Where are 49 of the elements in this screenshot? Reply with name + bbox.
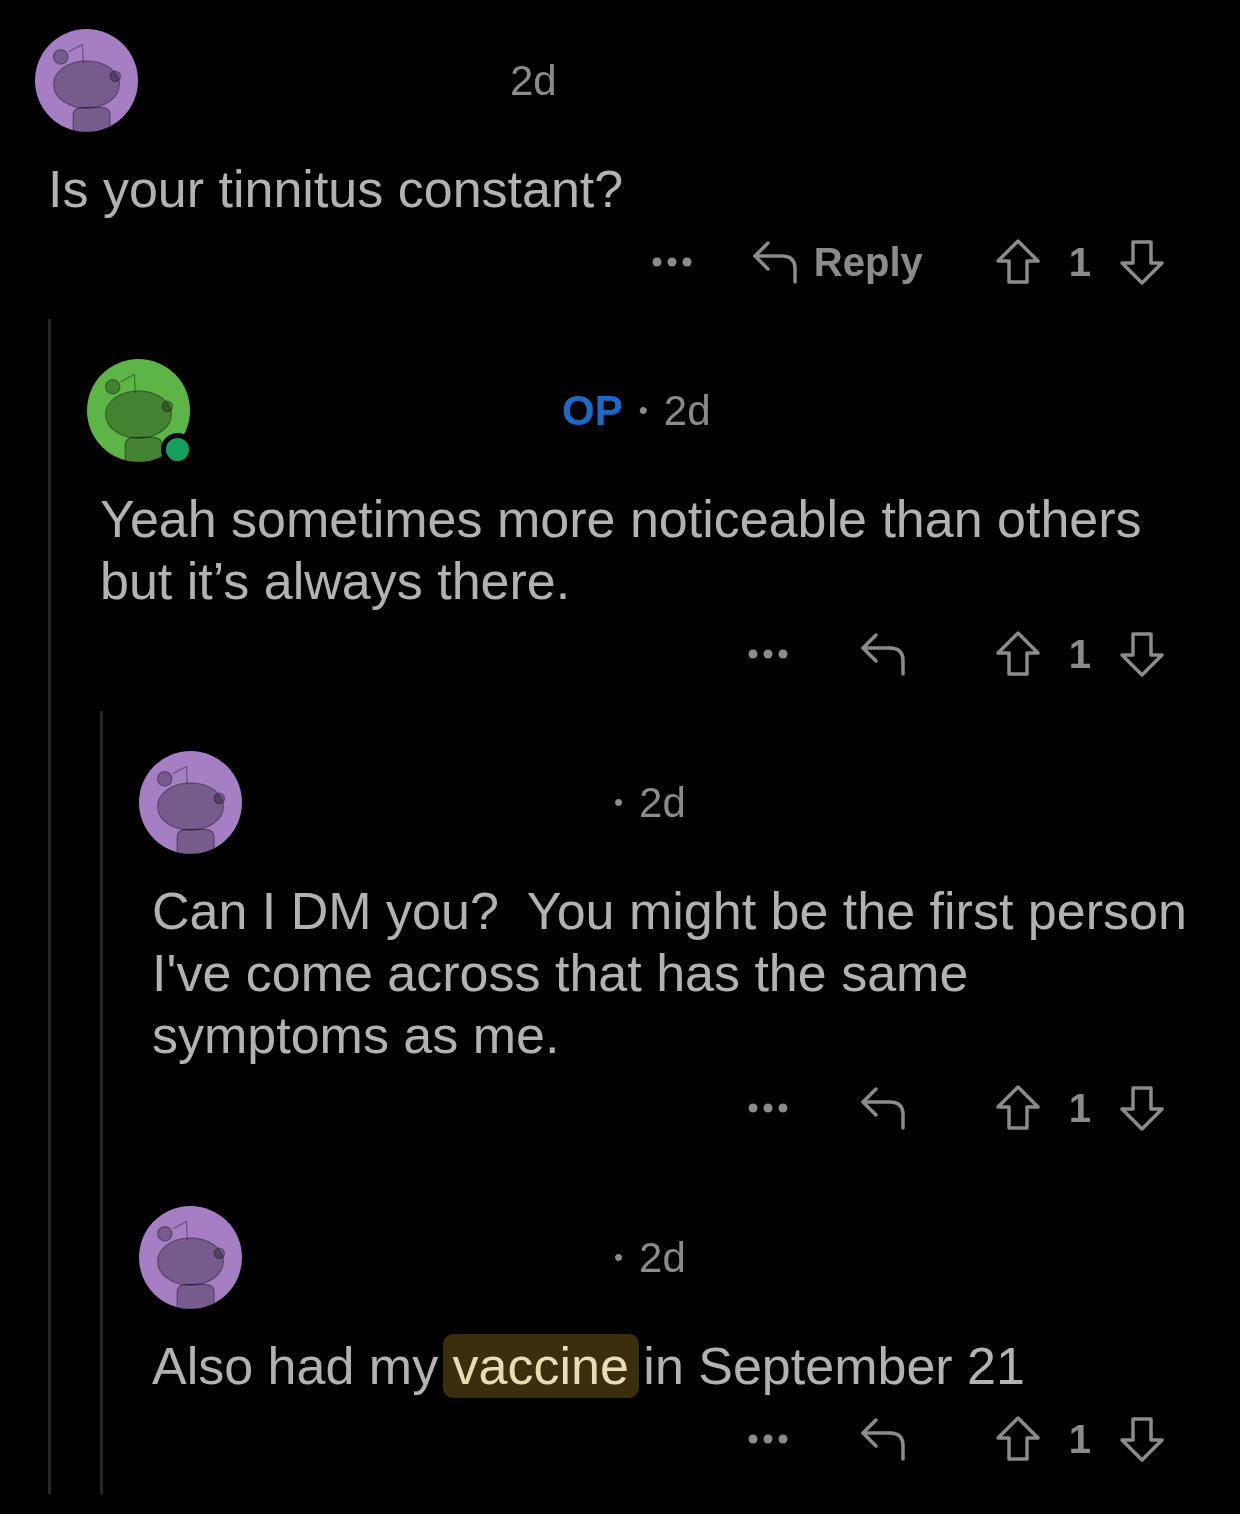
reply-button[interactable] bbox=[859, 1086, 906, 1130]
downvote-button[interactable] bbox=[1119, 1416, 1165, 1462]
comment-text: Yeah sometimes more noticeable than others but it’s always there. bbox=[100, 489, 1143, 612]
comment-text: Also had my vaccine in September 21 bbox=[152, 1335, 1208, 1397]
upvote-icon bbox=[994, 1416, 1041, 1462]
comment-time: 2d bbox=[510, 56, 557, 106]
reply-icon bbox=[751, 240, 798, 284]
op-label: OP bbox=[562, 386, 623, 436]
downvote-icon bbox=[1119, 1085, 1165, 1131]
more-icon bbox=[747, 649, 788, 659]
highlighted-text: vaccine bbox=[442, 1334, 639, 1398]
separator-dot: • bbox=[614, 1241, 624, 1274]
comment-time: 2d bbox=[639, 1233, 686, 1283]
vote-count: 1 bbox=[1068, 1085, 1091, 1132]
more-options-button[interactable] bbox=[747, 1434, 788, 1444]
downvote-icon bbox=[1119, 1416, 1165, 1462]
upvote-button[interactable] bbox=[994, 631, 1041, 677]
reply-button[interactable] bbox=[859, 632, 906, 676]
reply-icon bbox=[859, 1417, 906, 1461]
vote-count: 1 bbox=[1068, 239, 1091, 286]
upvote-icon bbox=[994, 239, 1041, 285]
comment-text: Can I DM you? You might be the first person I've come across that has the same symptoms as me. bbox=[152, 881, 1188, 1066]
comment-time: 2d bbox=[639, 778, 686, 828]
more-icon bbox=[651, 257, 692, 267]
upvote-button[interactable] bbox=[994, 1085, 1041, 1131]
separator-dot: • bbox=[638, 394, 648, 427]
comment-time: 2d bbox=[663, 386, 711, 436]
reply-button[interactable]: Reply bbox=[751, 232, 923, 292]
comment-text: Is your tinnitus constant? bbox=[48, 159, 625, 220]
downvote-icon bbox=[1119, 631, 1165, 677]
downvote-button[interactable] bbox=[1119, 631, 1165, 677]
reply-icon bbox=[859, 632, 906, 676]
downvote-button[interactable] bbox=[1119, 239, 1165, 285]
upvote-button[interactable] bbox=[994, 239, 1041, 285]
upvote-button[interactable] bbox=[994, 1416, 1041, 1462]
upvote-icon bbox=[994, 1085, 1041, 1131]
upvote-icon bbox=[994, 631, 1041, 677]
vote-count: 1 bbox=[1068, 1416, 1091, 1463]
vote-count: 1 bbox=[1068, 631, 1091, 678]
more-options-button[interactable] bbox=[651, 257, 692, 267]
reply-button[interactable] bbox=[859, 1417, 906, 1461]
downvote-button[interactable] bbox=[1119, 1085, 1165, 1131]
separator-dot: • bbox=[614, 786, 624, 819]
reply-icon bbox=[859, 1086, 906, 1130]
more-icon bbox=[747, 1434, 788, 1444]
more-icon bbox=[747, 1103, 788, 1113]
downvote-icon bbox=[1119, 239, 1165, 285]
more-options-button[interactable] bbox=[747, 649, 788, 659]
more-options-button[interactable] bbox=[747, 1103, 788, 1113]
